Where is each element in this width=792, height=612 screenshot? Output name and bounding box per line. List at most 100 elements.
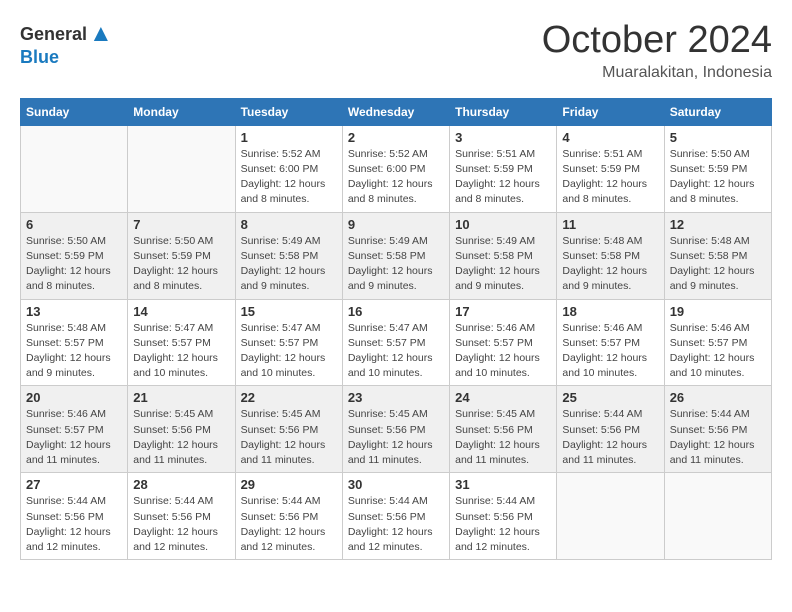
logo-general: General [20,25,87,43]
table-row [128,125,235,212]
day-number: 10 [455,217,551,232]
table-row: 3 Sunrise: 5:51 AMSunset: 5:59 PMDaylight… [450,125,557,212]
day-number: 9 [348,217,444,232]
calendar-week-row: 13Sunrise: 5:48 AMSunset: 5:57 PMDayligh… [21,299,772,386]
day-number: 23 [348,390,444,405]
day-number: 3 [455,130,551,145]
day-number: 19 [670,304,766,319]
day-info: Sunrise: 5:46 AMSunset: 5:57 PMDaylight:… [455,321,551,382]
location-title: Muaralakitan, Indonesia [542,64,772,82]
table-row: 25Sunrise: 5:44 AMSunset: 5:56 PMDayligh… [557,386,664,473]
day-info: Sunrise: 5:44 AMSunset: 5:56 PMDaylight:… [26,494,122,555]
day-info: Sunrise: 5:49 AMSunset: 5:58 PMDaylight:… [241,234,337,295]
table-row [664,473,771,560]
table-row: 16 Sunrise: 5:47 AMSunset: 5:57 PMDayligh… [342,299,449,386]
table-row: 17 Sunrise: 5:46 AMSunset: 5:57 PMDayligh… [450,299,557,386]
calendar-week-row: 20Sunrise: 5:46 AMSunset: 5:57 PMDayligh… [21,386,772,473]
day-info: Sunrise: 5:47 AMSunset: 5:57 PMDaylight:… [348,321,444,382]
header-thursday: Thursday [450,98,557,125]
day-info: Sunrise: 5:44 AMSunset: 5:56 PMDaylight:… [348,494,444,555]
calendar-week-row: 6 Sunrise: 5:50 AMSunset: 5:59 PMDaylight… [21,212,772,299]
day-number: 2 [348,130,444,145]
day-info: Sunrise: 5:51 AMSunset: 5:59 PMDaylight:… [455,147,551,208]
table-row: 27 Sunrise: 5:44 AMSunset: 5:56 PMDayligh… [21,473,128,560]
day-number: 29 [241,477,337,492]
table-row: 20Sunrise: 5:46 AMSunset: 5:57 PMDayligh… [21,386,128,473]
day-number: 28 [133,477,229,492]
table-row: 14 Sunrise: 5:47 AMSunset: 5:57 PMDayligh… [128,299,235,386]
table-row: 11 Sunrise: 5:48 AMSunset: 5:58 PMDayligh… [557,212,664,299]
day-number: 4 [562,130,658,145]
table-row: 10 Sunrise: 5:49 AMSunset: 5:58 PMDayligh… [450,212,557,299]
day-info: Sunrise: 5:46 AMSunset: 5:57 PMDaylight:… [670,321,766,382]
day-info: Sunrise: 5:45 AMSunset: 5:56 PMDaylight:… [133,407,229,468]
day-info: Sunrise: 5:47 AMSunset: 5:57 PMDaylight:… [133,321,229,382]
day-number: 16 [348,304,444,319]
calendar-week-row: 1 Sunrise: 5:52 AMSunset: 6:00 PMDaylight… [21,125,772,212]
table-row: 8 Sunrise: 5:49 AMSunset: 5:58 PMDaylight… [235,212,342,299]
table-row [557,473,664,560]
logo-blue: Blue [20,47,59,67]
day-number: 20 [26,390,122,405]
table-row: 7 Sunrise: 5:50 AMSunset: 5:59 PMDaylight… [128,212,235,299]
table-row: 15Sunrise: 5:47 AMSunset: 5:57 PMDayligh… [235,299,342,386]
day-number: 18 [562,304,658,319]
table-row: 9Sunrise: 5:49 AMSunset: 5:58 PMDaylight… [342,212,449,299]
table-row: 4 Sunrise: 5:51 AMSunset: 5:59 PMDaylight… [557,125,664,212]
day-info: Sunrise: 5:51 AMSunset: 5:59 PMDaylight:… [562,147,658,208]
day-number: 24 [455,390,551,405]
day-info: Sunrise: 5:45 AMSunset: 5:56 PMDaylight:… [241,407,337,468]
day-number: 5 [670,130,766,145]
day-number: 21 [133,390,229,405]
table-row: 23 Sunrise: 5:45 AMSunset: 5:56 PMDayligh… [342,386,449,473]
day-number: 17 [455,304,551,319]
logo-icon: ▲ [89,20,113,48]
table-row: 26Sunrise: 5:44 AMSunset: 5:56 PMDayligh… [664,386,771,473]
table-row: 31Sunrise: 5:44 AMSunset: 5:56 PMDayligh… [450,473,557,560]
table-row: 30Sunrise: 5:44 AMSunset: 5:56 PMDayligh… [342,473,449,560]
day-info: Sunrise: 5:48 AMSunset: 5:58 PMDaylight:… [562,234,658,295]
day-info: Sunrise: 5:48 AMSunset: 5:57 PMDaylight:… [26,321,122,382]
header-monday: Monday [128,98,235,125]
logo: General ▲ Blue [20,20,113,68]
day-number: 25 [562,390,658,405]
table-row: 21 Sunrise: 5:45 AMSunset: 5:56 PMDayligh… [128,386,235,473]
day-info: Sunrise: 5:50 AMSunset: 5:59 PMDaylight:… [133,234,229,295]
table-row [21,125,128,212]
day-number: 8 [241,217,337,232]
day-number: 14 [133,304,229,319]
table-row: 1 Sunrise: 5:52 AMSunset: 6:00 PMDaylight… [235,125,342,212]
day-number: 27 [26,477,122,492]
header-tuesday: Tuesday [235,98,342,125]
day-info: Sunrise: 5:44 AMSunset: 5:56 PMDaylight:… [133,494,229,555]
table-row: 22 Sunrise: 5:45 AMSunset: 5:56 PMDayligh… [235,386,342,473]
day-number: 11 [562,217,658,232]
calendar-header-row: Sunday Monday Tuesday Wednesday Thursday… [21,98,772,125]
calendar-week-row: 27 Sunrise: 5:44 AMSunset: 5:56 PMDayligh… [21,473,772,560]
day-info: Sunrise: 5:44 AMSunset: 5:56 PMDaylight:… [455,494,551,555]
header-sunday: Sunday [21,98,128,125]
day-info: Sunrise: 5:52 AMSunset: 6:00 PMDaylight:… [241,147,337,208]
header-wednesday: Wednesday [342,98,449,125]
title-block: October 2024 Muaralakitan, Indonesia [542,20,772,82]
day-number: 1 [241,130,337,145]
day-info: Sunrise: 5:45 AMSunset: 5:56 PMDaylight:… [348,407,444,468]
day-info: Sunrise: 5:44 AMSunset: 5:56 PMDaylight:… [241,494,337,555]
day-number: 6 [26,217,122,232]
page-header: General ▲ Blue October 2024 Muaralakitan… [20,20,772,82]
header-saturday: Saturday [664,98,771,125]
day-number: 12 [670,217,766,232]
day-number: 15 [241,304,337,319]
table-row: 18 Sunrise: 5:46 AMSunset: 5:57 PMDayligh… [557,299,664,386]
table-row: 13Sunrise: 5:48 AMSunset: 5:57 PMDayligh… [21,299,128,386]
day-info: Sunrise: 5:49 AMSunset: 5:58 PMDaylight:… [455,234,551,295]
day-info: Sunrise: 5:50 AMSunset: 5:59 PMDaylight:… [26,234,122,295]
table-row: 2Sunrise: 5:52 AMSunset: 6:00 PMDaylight… [342,125,449,212]
day-info: Sunrise: 5:46 AMSunset: 5:57 PMDaylight:… [562,321,658,382]
day-number: 7 [133,217,229,232]
table-row: 24Sunrise: 5:45 AMSunset: 5:56 PMDayligh… [450,386,557,473]
day-info: Sunrise: 5:50 AMSunset: 5:59 PMDaylight:… [670,147,766,208]
header-friday: Friday [557,98,664,125]
day-number: 22 [241,390,337,405]
table-row: 6 Sunrise: 5:50 AMSunset: 5:59 PMDaylight… [21,212,128,299]
